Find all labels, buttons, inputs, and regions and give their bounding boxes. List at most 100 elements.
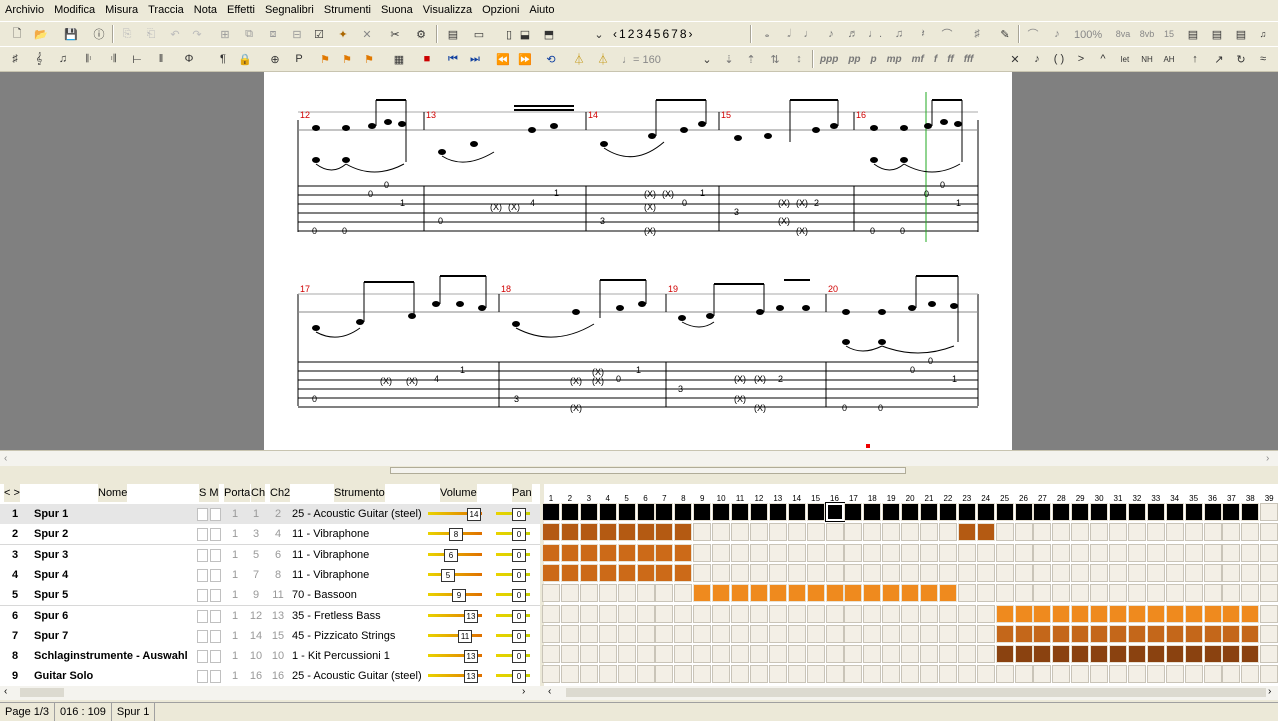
pattern-cell[interactable] [957,645,976,664]
pan-slider[interactable]: 0 [494,545,538,565]
pan-slider[interactable]: 0 [494,626,538,646]
pattern-cell[interactable] [1071,604,1090,623]
pattern-cell[interactable] [901,665,920,684]
pattern-cell[interactable] [995,624,1014,643]
pattern-cell[interactable] [1090,523,1109,542]
pattern-cell[interactable] [768,604,787,623]
repeat-open-icon[interactable]: 𝄆 [80,50,98,68]
pattern-cell[interactable] [1203,665,1222,684]
mute-checkbox[interactable] [210,670,221,684]
pattern-cell[interactable] [1203,563,1222,582]
scroll-right-icon[interactable]: › [1266,453,1269,464]
pattern-cell[interactable] [1071,543,1090,562]
pattern-cell[interactable] [938,584,957,603]
pattern-cell[interactable] [1109,604,1127,623]
solo-checkbox[interactable] [197,508,208,521]
pattern-cell[interactable] [560,645,579,664]
pattern-cell[interactable] [1260,624,1278,643]
track-ch2[interactable]: 4 [268,524,288,544]
loop-icon[interactable]: ⟲ [542,50,560,68]
forward-icon[interactable]: ⏩ [516,50,534,68]
pattern-cell[interactable] [598,563,617,582]
pattern-cell[interactable] [1090,503,1109,521]
pattern-cell[interactable] [882,563,901,582]
pattern-cell[interactable] [787,503,806,521]
pattern-cell[interactable] [995,563,1014,582]
pattern-cell[interactable] [1090,665,1109,684]
slide-icon[interactable]: ↗ [1210,50,1228,68]
marker-icon[interactable]: ⚑ [316,50,334,68]
track-ch2[interactable]: 11 [268,585,288,605]
pattern-cell[interactable] [882,584,901,603]
solo-checkbox[interactable] [197,609,208,623]
pattern-cell[interactable] [1260,523,1278,542]
pattern-cell[interactable] [1052,624,1071,643]
pattern-cell[interactable] [863,624,882,643]
scroll-right-icon[interactable]: › [522,686,525,697]
pattern-cell[interactable] [636,503,655,521]
pattern-cell[interactable] [1127,604,1146,623]
pattern-cell[interactable] [636,604,655,623]
pattern-cell[interactable] [1146,665,1165,684]
open-file-icon[interactable]: 📂 [32,25,50,43]
pattern-cell[interactable] [1033,624,1052,643]
pattern-cell[interactable] [1052,543,1071,562]
track-row[interactable]: 9 Guitar Solo 1 16 16 25 - Acoustic Guitar (s… [0,666,540,688]
pattern-cell[interactable] [1127,584,1146,603]
track-row[interactable]: 8 Schlaginstrumente - Auswahl 1 10 10 1 - Kit… [0,646,540,668]
pan-knob[interactable]: 0 [512,589,526,603]
pattern-cell[interactable] [1052,604,1071,623]
pattern-cell[interactable] [1165,503,1184,521]
menu-archivio[interactable]: Archivio [0,0,49,20]
track-porta[interactable]: 1 [226,585,244,605]
pattern-cell[interactable] [976,645,995,664]
pattern-cell[interactable] [1165,665,1184,684]
pattern-cell[interactable] [731,503,749,521]
mute-checkbox[interactable] [210,589,221,603]
mute-checkbox[interactable] [210,629,221,643]
sixteenth-note-icon[interactable]: ♬ [844,25,862,43]
pan-knob[interactable]: 0 [512,629,526,643]
pattern-cell[interactable] [1165,645,1184,664]
pattern-cell[interactable] [1052,665,1071,684]
pattern-cell[interactable] [1071,624,1090,643]
pattern-cell[interactable] [560,543,579,562]
pattern-cell[interactable] [1222,543,1241,562]
pencil-icon[interactable]: ✎ [996,25,1014,43]
pattern-cell[interactable] [1146,604,1165,623]
pattern-cell[interactable] [617,624,636,643]
save-icon[interactable]: 💾 [62,25,80,43]
tie-icon[interactable]: ⌒ [938,25,956,43]
pattern-cell[interactable] [1071,665,1090,684]
page-6[interactable]: 6 [662,27,669,41]
pattern-cell[interactable] [542,665,560,684]
accent-icon[interactable]: > [1072,50,1090,68]
pattern-cell[interactable] [1241,665,1260,684]
pattern-cell[interactable] [579,665,598,684]
bend-icon[interactable]: ↻ [1232,50,1250,68]
pattern-cell[interactable] [1014,604,1033,623]
pattern-cell[interactable] [1127,563,1146,582]
pattern-cell[interactable] [1260,665,1278,684]
pattern-cell[interactable] [1071,503,1090,521]
clear-icon[interactable]: ✕ [358,25,376,43]
arpeggio-icon[interactable]: ↕ [790,50,808,68]
slur-icon[interactable]: ⌒ [1024,25,1042,43]
pattern-cell[interactable] [938,665,957,684]
pattern-cell[interactable] [787,584,806,603]
pattern-cell[interactable] [806,584,825,603]
dyn-ff[interactable]: ff [947,54,953,65]
pattern-cell[interactable] [579,584,598,603]
track-name[interactable]: Spur 6 [34,606,194,626]
pattern-cell[interactable] [882,604,901,623]
pattern-cell[interactable] [617,543,636,562]
track-instrument[interactable]: 1 - Kit Percussioni 1 [292,646,422,666]
track-row[interactable]: 7 Spur 7 1 14 15 45 - Pizzicato Strings 11 0 [0,625,540,647]
solo-checkbox[interactable] [197,548,208,562]
pattern-cell[interactable] [995,503,1014,521]
track-instrument[interactable]: 25 - Acoustic Guitar (steel) [292,666,422,686]
pattern-cell[interactable] [844,604,863,623]
pattern-cell[interactable] [995,645,1014,664]
pattern-cell[interactable] [1033,523,1052,542]
pattern-cell[interactable] [1071,645,1090,664]
